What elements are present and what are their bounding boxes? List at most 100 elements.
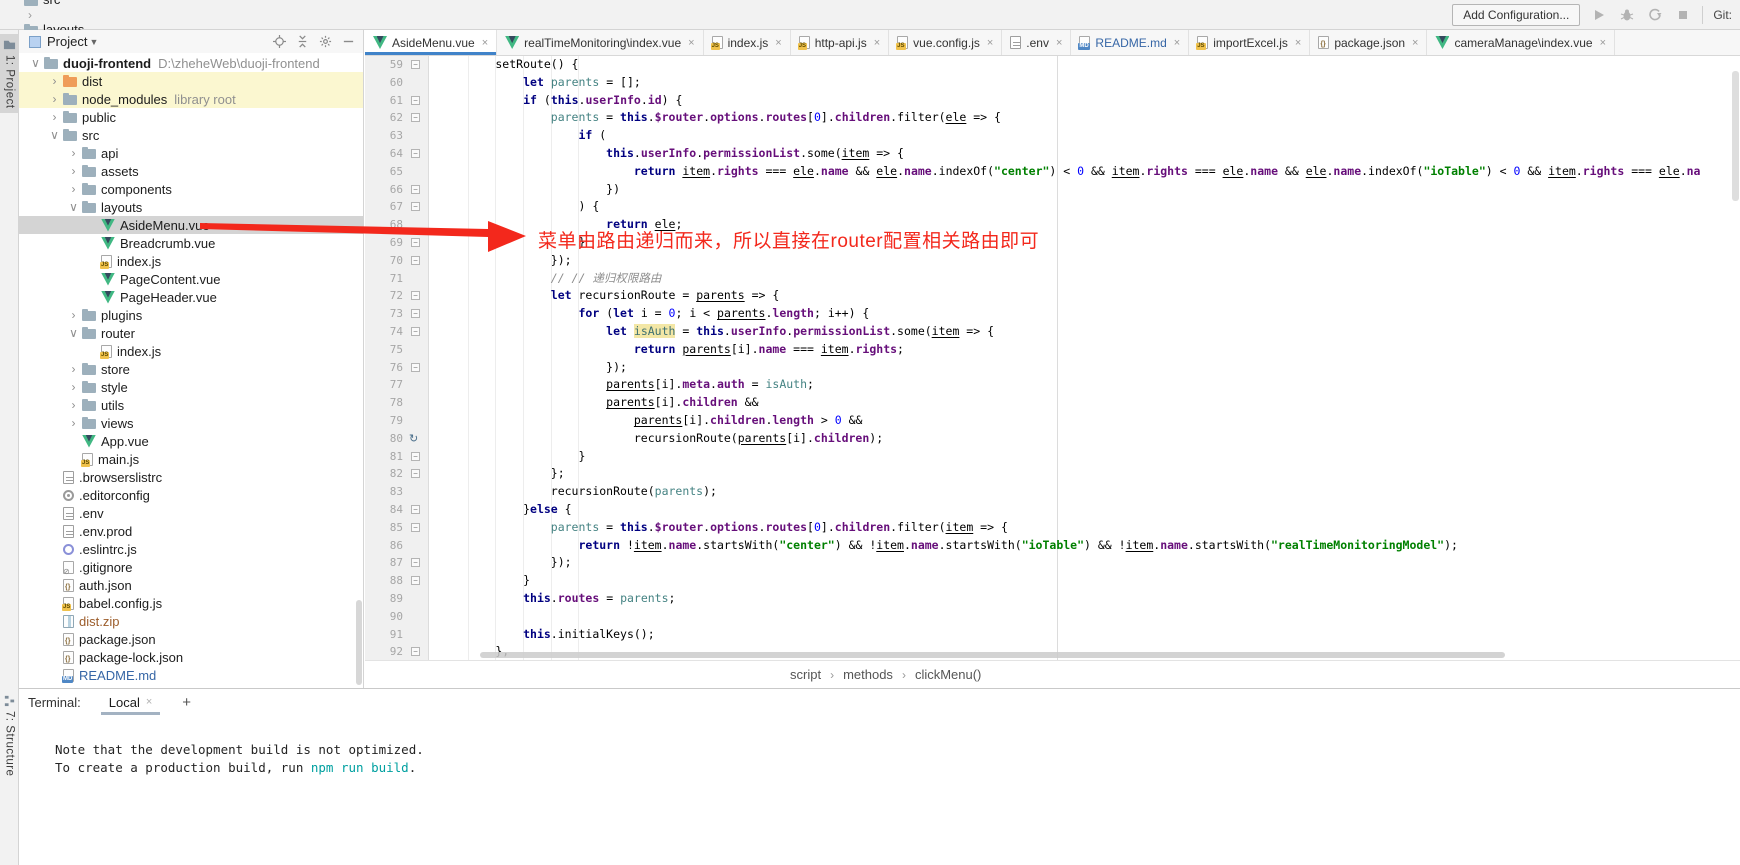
code-line[interactable]: 82− }; [365, 465, 1740, 483]
fold-marker-icon[interactable]: − [411, 469, 420, 478]
stripe-button-project[interactable]: 1: Project [0, 34, 19, 113]
code-line[interactable]: 85− parents = this.$router.options.route… [365, 519, 1740, 537]
chevron-collapsed-icon[interactable]: › [46, 76, 63, 86]
tree-item[interactable]: ›views [19, 414, 363, 432]
code-line[interactable]: 64− this.userInfo.permissionList.some(it… [365, 145, 1740, 163]
close-icon[interactable]: × [874, 37, 880, 49]
code-line[interactable]: 86 return !item.name.startsWith("center"… [365, 537, 1740, 555]
chevron-collapsed-icon[interactable]: › [65, 364, 82, 374]
fold-marker-icon[interactable]: − [411, 309, 420, 318]
locate-file-icon[interactable] [271, 33, 288, 50]
fold-marker-icon[interactable]: − [411, 256, 420, 265]
add-configuration-button[interactable]: Add Configuration... [1452, 4, 1580, 26]
tree-item[interactable]: README.md [19, 666, 363, 684]
tree-item[interactable]: ›store [19, 360, 363, 378]
editor-tab[interactable]: index.js× [704, 30, 791, 55]
code-line[interactable]: 84− }else { [365, 501, 1740, 519]
code-line[interactable]: 71 // // 递归权限路由 [365, 270, 1740, 288]
close-icon[interactable]: × [1174, 37, 1180, 49]
code-line[interactable]: 67− ) { [365, 198, 1740, 216]
tree-item[interactable]: index.js [19, 342, 363, 360]
collapse-all-icon[interactable] [294, 33, 311, 50]
code-line[interactable]: 70− }); [365, 252, 1740, 270]
chevron-collapsed-icon[interactable]: › [46, 94, 63, 104]
horizontal-scrollbar-thumb[interactable] [480, 652, 1505, 658]
tree-item[interactable]: ›dist [19, 72, 363, 90]
editor-tab[interactable]: .env× [1002, 30, 1071, 55]
editor-tab[interactable]: realTimeMonitoring\index.vue× [497, 30, 703, 55]
editor-tab[interactable]: importExcel.js× [1189, 30, 1310, 55]
close-icon[interactable]: × [688, 37, 694, 49]
fold-marker-icon[interactable]: − [411, 576, 420, 585]
tree-item[interactable]: AsideMenu.vue [19, 216, 363, 234]
fold-marker-icon[interactable]: − [411, 149, 420, 158]
tree-item[interactable]: ›public [19, 108, 363, 126]
git-label[interactable]: Git: [1713, 8, 1732, 22]
tree-item[interactable]: package-lock.json [19, 648, 363, 666]
tree-item[interactable]: babel.config.js [19, 594, 363, 612]
fold-marker-icon[interactable]: − [411, 60, 420, 69]
tree-item[interactable]: ›node_moduleslibrary root [19, 90, 363, 108]
tree-item[interactable]: ›plugins [19, 306, 363, 324]
tree-item[interactable]: ›api [19, 144, 363, 162]
tree-item[interactable]: ∨router [19, 324, 363, 342]
project-scrollbar-thumb[interactable] [356, 600, 362, 685]
breadcrumb-item[interactable]: src [24, 0, 133, 7]
fold-marker-icon[interactable]: − [411, 452, 420, 461]
code-line[interactable]: 83 recursionRoute(parents); [365, 483, 1740, 501]
code-line[interactable]: 76− }); [365, 359, 1740, 377]
code-line[interactable]: 81− } [365, 448, 1740, 466]
fold-marker-icon[interactable]: − [411, 185, 420, 194]
fold-marker-icon[interactable]: − [411, 327, 420, 336]
fold-marker-icon[interactable]: − [411, 291, 420, 300]
new-terminal-button[interactable]: + [176, 694, 197, 711]
tree-item[interactable]: package.json [19, 630, 363, 648]
chevron-expanded-icon[interactable]: ∨ [46, 130, 63, 140]
code-line[interactable]: 88− } [365, 572, 1740, 590]
tree-item[interactable]: ›style [19, 378, 363, 396]
fold-marker-icon[interactable]: − [411, 363, 420, 372]
chevron-collapsed-icon[interactable]: › [65, 418, 82, 428]
code-line[interactable]: 65 return item.rights === ele.name && el… [365, 163, 1740, 181]
code-line[interactable]: 60 let parents = []; [365, 74, 1740, 92]
chevron-collapsed-icon[interactable]: › [65, 184, 82, 194]
close-icon[interactable]: × [1295, 37, 1301, 49]
code-line[interactable]: 90 [365, 608, 1740, 626]
code-line[interactable]: 87− }); [365, 554, 1740, 572]
gear-icon[interactable] [317, 33, 334, 50]
chevron-collapsed-icon[interactable]: › [46, 112, 63, 122]
tree-item[interactable]: .editorconfig [19, 486, 363, 504]
tree-item[interactable]: ∨layouts [19, 198, 363, 216]
tree-item[interactable]: .eslintrc.js [19, 540, 363, 558]
chevron-expanded-icon[interactable]: ∨ [65, 202, 82, 212]
code-line[interactable]: 66− }) [365, 181, 1740, 199]
code-line[interactable]: 75 return parents[i].name === item.right… [365, 341, 1740, 359]
tree-item[interactable]: ›utils [19, 396, 363, 414]
fold-marker-icon[interactable]: − [411, 202, 420, 211]
project-view-selector[interactable]: Project [47, 34, 87, 49]
chevron-collapsed-icon[interactable]: › [65, 382, 82, 392]
hide-panel-icon[interactable] [340, 33, 357, 50]
tree-item[interactable]: .env.prod [19, 522, 363, 540]
tree-item[interactable]: ∨duoji-frontendD:\zheheWeb\duoji-fronten… [19, 54, 363, 72]
code-editor[interactable]: 59− setRoute() {60 let parents = [];61− … [365, 56, 1740, 660]
tree-item[interactable]: index.js [19, 252, 363, 270]
tree-item[interactable]: PageHeader.vue [19, 288, 363, 306]
chevron-expanded-icon[interactable]: ∨ [65, 328, 82, 338]
editor-tab[interactable]: vue.config.js× [889, 30, 1002, 55]
terminal-tab-local[interactable]: Local × [99, 689, 163, 715]
tree-item[interactable]: main.js [19, 450, 363, 468]
code-line[interactable]: 80↻ recursionRoute(parents[i].children); [365, 430, 1740, 448]
close-icon[interactable]: × [1056, 37, 1062, 49]
run-with-coverage-icon[interactable] [1646, 6, 1664, 24]
fold-marker-icon[interactable]: − [411, 647, 420, 656]
editor-tab[interactable]: http-api.js× [791, 30, 889, 55]
debug-bug-icon[interactable] [1618, 6, 1636, 24]
chevron-collapsed-icon[interactable]: › [65, 400, 82, 410]
editor-tab[interactable]: AsideMenu.vue× [365, 30, 497, 55]
breadcrumb-item[interactable]: clickMenu() [915, 667, 981, 682]
fold-marker-icon[interactable]: − [411, 558, 420, 567]
code-line[interactable]: 78 parents[i].children && [365, 394, 1740, 412]
close-icon[interactable]: × [482, 37, 488, 49]
vertical-scrollbar-thumb[interactable] [1732, 71, 1739, 201]
